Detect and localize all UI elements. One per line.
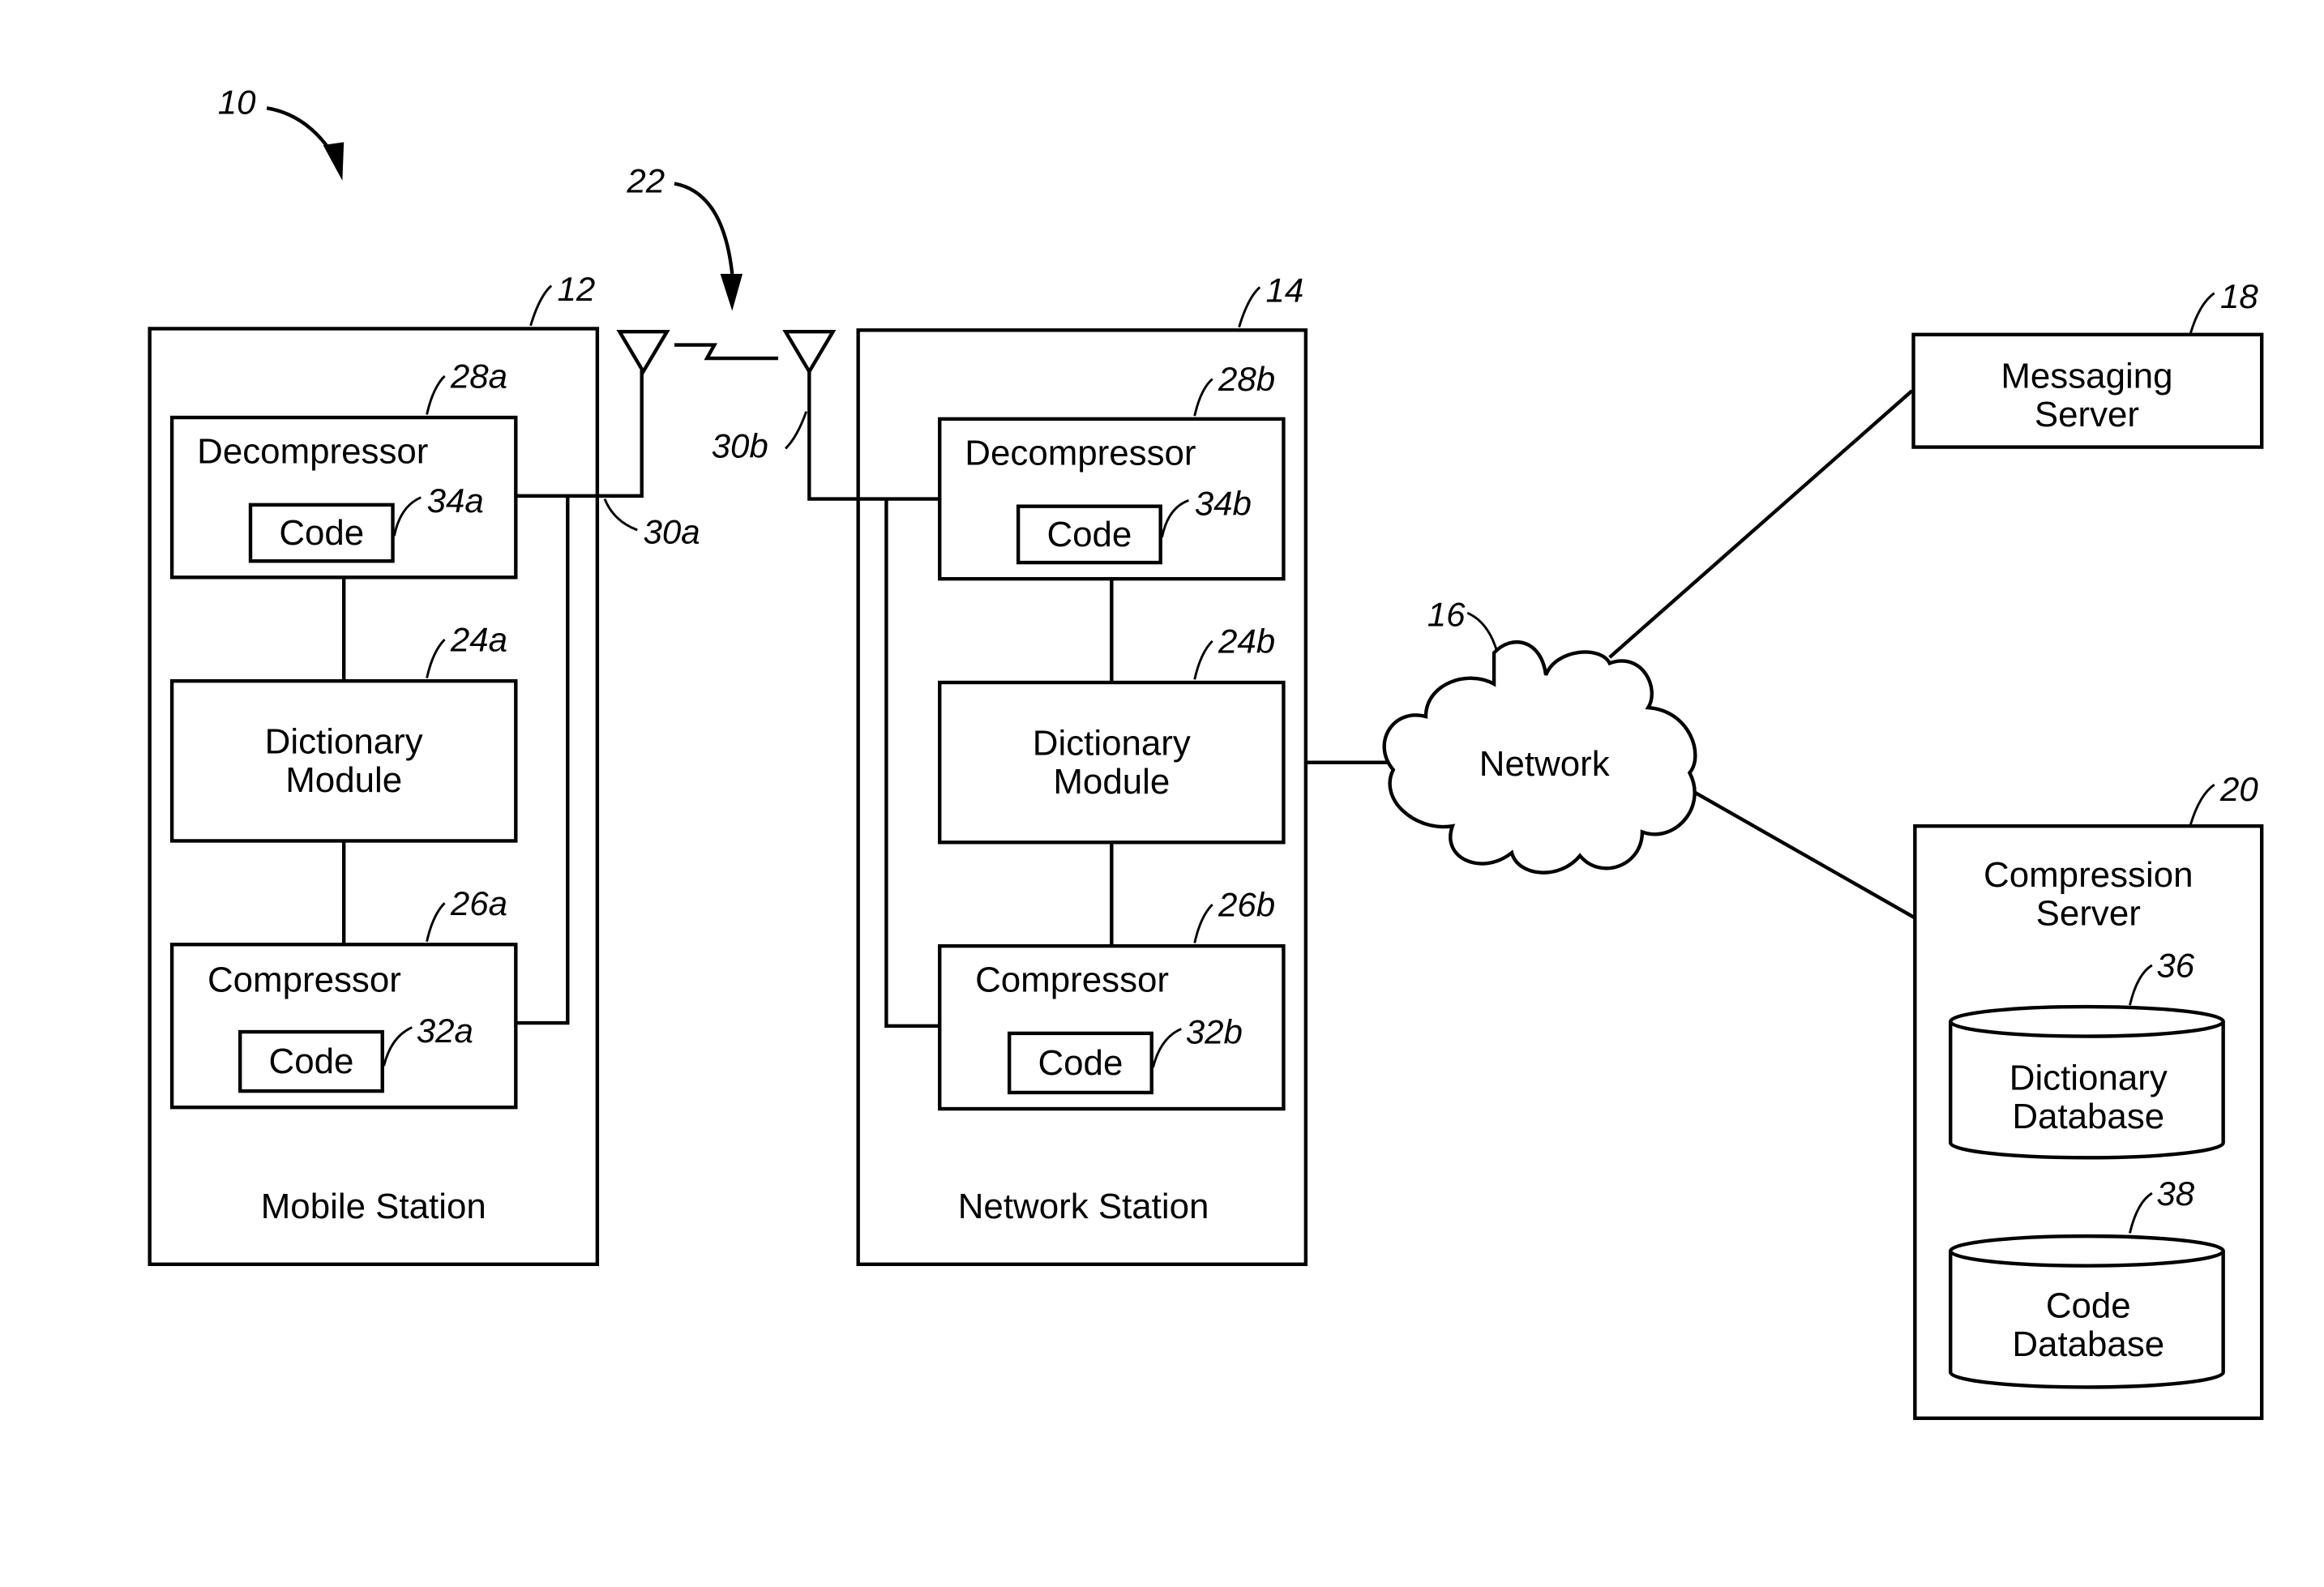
antenna-icon	[782, 329, 837, 375]
dictionary-module-ref: 24a	[450, 621, 507, 659]
mobile-station-ref: 12	[557, 270, 595, 308]
compressor-label: Compressor	[975, 960, 1169, 1000]
network-label: Network	[1479, 744, 1610, 784]
leader-line	[529, 284, 553, 327]
compressor-label: Compressor	[208, 960, 401, 1000]
mobile-station: 12 Mobile Station Decompressor 28a Code …	[148, 270, 700, 1267]
leader-line	[1466, 611, 1499, 652]
leader-line	[2189, 783, 2215, 825]
system-diagram: 10 22 12 Mobile Station Decompressor 28a…	[148, 83, 2264, 1420]
antenna-icon	[616, 329, 670, 375]
compressor-code-label: Code	[269, 1042, 354, 1081]
leader-line	[1238, 286, 1261, 328]
network-ref: 16	[1427, 596, 1466, 634]
network-station: 14 Network Station 30b Decompressor 28b …	[712, 272, 1308, 1267]
dictionary-module-line1: Dictionary	[1033, 724, 1191, 764]
dictionary-database-line1: Dictionary	[2009, 1058, 2168, 1097]
decompressor-ref: 28b	[1218, 360, 1275, 398]
compressor-code-ref: 32b	[1186, 1013, 1243, 1051]
network-station-ref: 14	[1265, 272, 1303, 310]
compression-server-ref: 20	[2219, 770, 2258, 808]
mobile-station-label: Mobile Station	[261, 1187, 486, 1226]
figure-ref-arrow	[266, 106, 340, 164]
leader-line	[603, 498, 638, 532]
dictionary-module-ref: 24b	[1218, 622, 1275, 661]
antenna-ref: 30b	[712, 426, 768, 464]
figure-ref-arrowhead	[323, 142, 345, 181]
wireless-link-icon	[674, 343, 778, 361]
network-station-label: Network Station	[958, 1187, 1209, 1226]
dictionary-database-ref: 36	[2156, 947, 2194, 985]
messaging-server-line1: Messaging	[2001, 357, 2172, 396]
leader-line	[785, 411, 808, 450]
compression-server: Compression Server 20 Dictionary Databas…	[1913, 770, 2264, 1420]
decompressor-code-ref: 34b	[1195, 485, 1252, 523]
code-database-line1: Code	[2046, 1286, 2131, 1326]
compression-link-line	[1693, 790, 1916, 920]
compressor-ref: 26a	[450, 884, 507, 922]
link-ref-arrow	[674, 182, 734, 275]
decompressor-label: Decompressor	[197, 432, 428, 472]
code-database-ref: 38	[2156, 1174, 2194, 1213]
compression-server-line2: Server	[2036, 894, 2141, 934]
decompressor-code-ref: 34a	[427, 481, 484, 520]
compressor-code-label: Code	[1038, 1043, 1123, 1083]
link-ref-label: 22	[626, 161, 665, 199]
link-ref-arrowhead	[720, 273, 743, 311]
compressor-ref: 26b	[1218, 886, 1275, 924]
messaging-link-line	[1608, 389, 1914, 659]
messaging-server: Messaging Server 18	[1911, 277, 2264, 449]
database-cylinder-top	[1949, 1234, 2225, 1268]
messaging-server-ref: 18	[2220, 277, 2258, 315]
compression-server-line1: Compression	[1984, 855, 2193, 895]
database-cylinder-top	[1949, 1004, 2225, 1038]
code-database-line2: Database	[2012, 1324, 2164, 1364]
dictionary-module-line2: Module	[1053, 762, 1170, 802]
dictionary-module-line2: Module	[285, 760, 402, 800]
figure-ref-label: 10	[218, 83, 256, 122]
compressor-code-ref: 32a	[417, 1012, 473, 1050]
decompressor-label: Decompressor	[965, 434, 1196, 473]
dictionary-database-line2: Database	[2012, 1097, 2164, 1136]
antenna-ref: 30a	[644, 512, 700, 550]
decompressor-code-label: Code	[1046, 515, 1132, 554]
leader-line	[2189, 292, 2215, 334]
messaging-server-line2: Server	[2035, 395, 2139, 434]
dictionary-module-line1: Dictionary	[265, 722, 423, 762]
decompressor-code-label: Code	[279, 513, 364, 553]
decompressor-ref: 28a	[450, 357, 507, 396]
